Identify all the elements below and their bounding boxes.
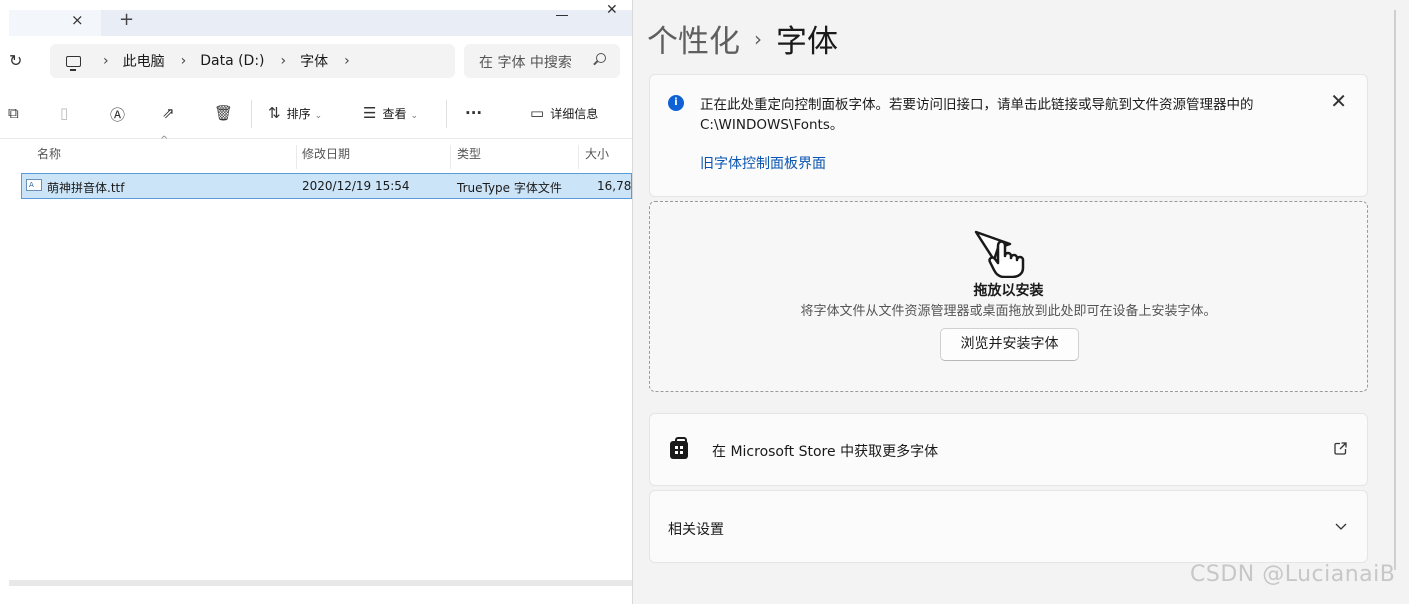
settings-window: 个性化 › 字体 i 正在此处重定向控制面板字体。若要访问旧接口，请单击此链接或导航… (632, 0, 1409, 604)
file-size: 16,785 (597, 179, 632, 193)
search-icon (596, 53, 606, 63)
vertical-scrollbar[interactable] (1394, 10, 1396, 570)
paste-icon[interactable]: ▯ (60, 104, 68, 122)
file-row[interactable]: A 萌神拼音体.ttf 2020/12/19 15:54 TrueType 字体… (21, 173, 632, 199)
chevron-down-icon (1335, 523, 1347, 530)
microsoft-store-fonts-link[interactable]: 在 Microsoft Store 中获取更多字体 (649, 413, 1368, 486)
file-modified: 2020/12/19 15:54 (302, 179, 410, 193)
breadcrumb-this-pc[interactable]: 此电脑 (123, 51, 165, 71)
breadcrumb-separator: › (180, 53, 187, 69)
column-header-modified[interactable]: 修改日期 (302, 145, 350, 162)
details-pane-icon: ▭ (530, 104, 545, 122)
font-file-icon: A (26, 179, 42, 191)
info-icon: i (668, 95, 684, 111)
view-label: 查看 (382, 107, 407, 121)
toolbar-divider (446, 100, 447, 128)
related-settings-label: 相关设置 (668, 522, 724, 538)
sort-ascending-icon: ^ (160, 135, 169, 146)
view-button[interactable]: ☰ 查看 ⌄ (363, 104, 418, 122)
breadcrumb-separator: › (754, 27, 762, 51)
browse-install-fonts-button[interactable]: 浏览并安装字体 (940, 328, 1079, 361)
toolbar-divider (251, 100, 252, 128)
breadcrumb-personalization[interactable]: 个性化 (647, 24, 740, 60)
store-link-label: 在 Microsoft Store 中获取更多字体 (712, 444, 939, 460)
search-input[interactable]: 在 字体 中搜索 (464, 44, 620, 78)
tab-bar: × + ✕ (9, 2, 632, 36)
page-title: 个性化 › 字体 (647, 16, 838, 61)
search-placeholder: 在 字体 中搜索 (479, 55, 572, 71)
column-divider[interactable] (578, 145, 579, 169)
legacy-fonts-control-panel-link[interactable]: 旧字体控制面板界面 (700, 153, 826, 173)
share-icon[interactable]: ⇗ (162, 104, 175, 122)
breadcrumb-fonts: 字体 (776, 24, 838, 60)
info-message: 正在此处重定向控制面板字体。若要访问旧接口，请单击此链接或导航到文件资源管理器中… (700, 97, 1254, 133)
info-bar: i 正在此处重定向控制面板字体。若要访问旧接口，请单击此链接或导航到文件资源管理… (649, 74, 1368, 197)
breadcrumb-data-drive[interactable]: Data (D:) (200, 53, 264, 69)
drop-title: 拖放以安装 (973, 283, 1044, 299)
drag-hand-icon (974, 230, 1025, 278)
horizontal-scrollbar[interactable] (9, 580, 632, 586)
file-type: TrueType 字体文件 (457, 181, 562, 195)
breadcrumb-separator: › (103, 53, 109, 69)
details-label: 详细信息 (550, 107, 599, 121)
breadcrumb-expand-chevron[interactable]: › (344, 53, 350, 69)
minimize-icon[interactable] (556, 6, 568, 16)
breadcrumb-fonts-folder[interactable]: 字体 (300, 51, 328, 71)
close-icon[interactable]: ✕ (1330, 89, 1347, 113)
details-pane-button[interactable]: ▭ 详细信息 (530, 104, 598, 122)
tab-close-icon[interactable]: × (71, 10, 84, 30)
external-link-icon (1334, 442, 1347, 455)
file-explorer-window: × + ✕ ↻ › 此电脑 › Data (D:) › 字体 › 在 字体 中搜… (0, 0, 632, 604)
column-header-name[interactable]: 名称 (37, 145, 61, 162)
more-options-button[interactable]: ··· (465, 104, 482, 122)
address-row: ↻ › 此电脑 › Data (D:) › 字体 › 在 字体 中搜索 (9, 44, 632, 78)
sort-button[interactable]: ⇅ 排序 ⌄ (268, 104, 322, 122)
related-settings-expander[interactable]: 相关设置 (649, 490, 1368, 563)
microsoft-store-icon (670, 437, 688, 459)
font-drop-zone[interactable]: 拖放以安装 将字体文件从文件资源管理器或桌面拖放到此处即可在设备上安装字体。 浏… (649, 201, 1368, 392)
chevron-down-icon: ⌄ (410, 111, 419, 121)
file-name: 萌神拼音体.ttf (47, 181, 125, 195)
copy-icon[interactable]: ⧉ (8, 104, 19, 122)
this-pc-icon (66, 55, 81, 71)
column-header-row: 名称 ^ 修改日期 类型 大小 (0, 135, 632, 169)
column-header-type[interactable]: 类型 (457, 145, 481, 162)
column-header-size[interactable]: 大小 (585, 145, 609, 162)
refresh-icon[interactable]: ↻ (9, 51, 22, 70)
sort-label: 排序 (286, 107, 311, 121)
window-close-icon[interactable]: ✕ (606, 2, 618, 18)
drop-subtitle: 将字体文件从文件资源管理器或桌面拖放到此处即可在设备上安装字体。 (800, 304, 1217, 319)
delete-icon[interactable]: 🗑︎ (214, 104, 233, 122)
rename-icon[interactable]: Ⓐ (110, 104, 125, 125)
column-divider[interactable] (296, 145, 297, 169)
column-divider[interactable] (450, 145, 451, 169)
chevron-down-icon: ⌄ (314, 111, 323, 121)
command-bar: ⧉ ▯ Ⓐ ⇗ 🗑︎ ⇅ 排序 ⌄ ☰ 查看 ⌄ ··· ▭ 详细信息 (0, 96, 632, 132)
breadcrumb-separator: › (280, 53, 287, 69)
tab-fonts-folder[interactable]: × (9, 10, 101, 36)
address-bar[interactable]: › 此电脑 › Data (D:) › 字体 › (50, 44, 455, 78)
new-tab-icon[interactable]: + (119, 10, 134, 30)
watermark: CSDN @LucianaiB (1190, 562, 1396, 587)
